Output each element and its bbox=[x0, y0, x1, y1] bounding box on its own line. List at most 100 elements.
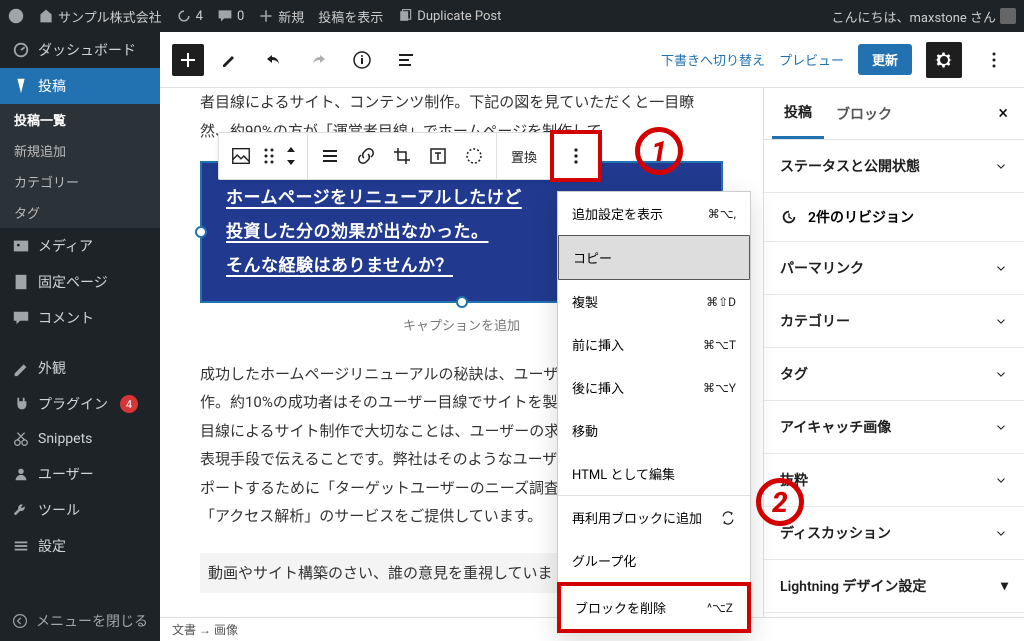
panel-permalink[interactable]: パーマリンク bbox=[764, 242, 1024, 294]
view-post[interactable]: 投稿を表示 bbox=[318, 7, 383, 26]
link-button[interactable] bbox=[348, 138, 384, 174]
comments-item[interactable]: 0 bbox=[217, 8, 244, 24]
replace-button[interactable]: 置換 bbox=[501, 147, 547, 166]
close-inspector-button[interactable]: × bbox=[990, 95, 1016, 132]
panel-lightning[interactable]: Lightning デザイン設定▾ bbox=[764, 560, 1024, 612]
menu-copy[interactable]: コピー bbox=[558, 235, 750, 280]
draft-switch-button[interactable]: 下書きへ切り替え bbox=[661, 50, 765, 69]
sidebar-item-tools[interactable]: ツール bbox=[0, 492, 160, 528]
greeting-label: こんにちは、maxstone さん bbox=[832, 7, 996, 26]
panel-discussion[interactable]: ディスカッション bbox=[764, 507, 1024, 559]
panel-label: ディスカッション bbox=[780, 523, 891, 543]
undo-button[interactable] bbox=[256, 42, 292, 78]
menu-move[interactable]: 移動 bbox=[558, 409, 750, 452]
updates-item[interactable]: 4 bbox=[176, 8, 203, 24]
plugins-badge: 4 bbox=[120, 395, 138, 413]
block-type-image-button[interactable] bbox=[223, 138, 259, 174]
duotone-button[interactable] bbox=[456, 138, 492, 174]
sidebar-item-snippets[interactable]: Snippets bbox=[0, 422, 160, 456]
tab-block[interactable]: ブロック bbox=[824, 90, 904, 138]
text-overlay-button[interactable] bbox=[420, 138, 456, 174]
reusable-icon bbox=[720, 510, 736, 526]
wp-logo[interactable] bbox=[8, 8, 24, 24]
sidebar-item-users[interactable]: ユーザー bbox=[0, 456, 160, 492]
outline-button[interactable] bbox=[388, 42, 424, 78]
menu-group[interactable]: グループ化 bbox=[558, 539, 750, 582]
block-more-button[interactable] bbox=[552, 132, 600, 180]
submenu-new-post[interactable]: 新規追加 bbox=[0, 135, 160, 166]
panel-label: アイキャッチ画像 bbox=[780, 417, 891, 437]
menu-label: 移動 bbox=[572, 421, 598, 440]
menu-edit-html[interactable]: HTML として編集 bbox=[558, 452, 750, 495]
sidebar-item-label: 投稿 bbox=[38, 76, 66, 96]
sidebar-item-media[interactable]: メディア bbox=[0, 228, 160, 264]
resize-handle-left[interactable] bbox=[195, 226, 207, 238]
drag-handle[interactable] bbox=[259, 138, 279, 174]
menu-label: 後に挿入 bbox=[572, 378, 624, 397]
shortcut: ⌘⌥Y bbox=[703, 381, 736, 395]
redo-button[interactable] bbox=[300, 42, 336, 78]
posts-submenu: 投稿一覧 新規追加 カテゴリー タグ bbox=[0, 104, 160, 228]
sidebar-item-dashboard[interactable]: ダッシュボード bbox=[0, 32, 160, 68]
collapse-label: メニューを閉じる bbox=[36, 611, 148, 631]
crop-button[interactable] bbox=[384, 138, 420, 174]
sidebar-item-settings[interactable]: 設定 bbox=[0, 528, 160, 564]
more-menu-button[interactable] bbox=[976, 42, 1012, 78]
sidebar-item-label: 固定ページ bbox=[38, 272, 108, 292]
resize-handle-bottom[interactable] bbox=[456, 296, 468, 308]
sidebar-item-appearance[interactable]: 外観 bbox=[0, 350, 160, 386]
site-name[interactable]: サンプル株式会社 bbox=[38, 7, 162, 26]
menu-show-settings[interactable]: 追加設定を表示⌘⌥, bbox=[558, 192, 750, 235]
panel-featured[interactable]: アイキャッチ画像 bbox=[764, 401, 1024, 453]
update-button[interactable]: 更新 bbox=[858, 44, 912, 75]
new-item[interactable]: 新規 bbox=[258, 7, 304, 26]
panel-category[interactable]: カテゴリー bbox=[764, 295, 1024, 347]
sidebar-item-posts[interactable]: 投稿 bbox=[0, 68, 160, 104]
menu-insert-after[interactable]: 後に挿入 ⌘⌥Y bbox=[558, 366, 750, 409]
duplicate-label: Duplicate Post bbox=[417, 9, 501, 24]
panel-status[interactable]: ステータスと公開状態 bbox=[764, 140, 1024, 192]
submenu-tag[interactable]: タグ bbox=[0, 197, 160, 228]
menu-add-reusable[interactable]: 再利用ブロックに追加 bbox=[558, 496, 750, 539]
menu-label: ブロックを削除 bbox=[575, 598, 666, 617]
admin-bar-left: サンプル株式会社 4 0 新規 投稿を表示 Duplicate Post bbox=[8, 0, 501, 32]
preview-button[interactable]: プレビュー bbox=[779, 50, 844, 69]
shortcut: ^⌥Z bbox=[707, 601, 733, 615]
revisions-link[interactable]: 2件のリビジョン bbox=[764, 193, 1024, 242]
updates-count: 4 bbox=[196, 9, 203, 24]
block-options-menu: 追加設定を表示⌘⌥, コピー 複製⌘⇧D 前に挿入⌘⌥T 後に挿入⌘⌥Y 移動 … bbox=[557, 191, 751, 633]
sidebar-item-comments[interactable]: コメント bbox=[0, 300, 160, 336]
submenu-all-posts[interactable]: 投稿一覧 bbox=[0, 104, 160, 135]
annotation-1: 1 bbox=[635, 127, 683, 175]
duplicate-post[interactable]: Duplicate Post bbox=[397, 8, 501, 24]
menu-insert-before[interactable]: 前に挿入⌘⌥T bbox=[558, 323, 750, 366]
tab-post[interactable]: 投稿 bbox=[772, 88, 824, 139]
align-button[interactable] bbox=[312, 138, 348, 174]
sidebar-item-label: ツール bbox=[38, 500, 80, 520]
annotation-2: 2 bbox=[756, 478, 804, 526]
inspector-tabs: 投稿 ブロック × bbox=[764, 88, 1024, 140]
sidebar-item-plugins[interactable]: プラグイン4 bbox=[0, 386, 160, 422]
submenu-category[interactable]: カテゴリー bbox=[0, 166, 160, 197]
collapse-menu[interactable]: メニューを閉じる bbox=[0, 601, 160, 641]
greeting[interactable]: こんにちは、maxstone さん bbox=[832, 7, 1016, 26]
chevron-down-icon bbox=[994, 261, 1008, 275]
panel-tags[interactable]: タグ bbox=[764, 348, 1024, 400]
panel-label: Lightning デザイン設定 bbox=[780, 576, 926, 596]
edit-mode-button[interactable] bbox=[212, 42, 248, 78]
chevron-down-icon bbox=[994, 473, 1008, 487]
sidebar-item-pages[interactable]: 固定ページ bbox=[0, 264, 160, 300]
chevron-down-icon bbox=[994, 420, 1008, 434]
admin-bar: サンプル株式会社 4 0 新規 投稿を表示 Duplicate Post こんに… bbox=[0, 0, 1024, 32]
sidebar-item-label: ダッシュボード bbox=[38, 40, 136, 60]
menu-remove-block[interactable]: ブロックを削除 ^⌥Z bbox=[557, 582, 751, 633]
admin-bar-right: こんにちは、maxstone さん bbox=[832, 0, 1016, 32]
info-button[interactable] bbox=[344, 42, 380, 78]
menu-label: HTML として編集 bbox=[572, 464, 675, 483]
panel-label: パーマリンク bbox=[780, 258, 864, 278]
settings-toggle-button[interactable] bbox=[926, 42, 962, 78]
menu-duplicate[interactable]: 複製⌘⇧D bbox=[558, 280, 750, 323]
move-arrows[interactable] bbox=[279, 138, 303, 174]
menu-label: 再利用ブロックに追加 bbox=[572, 508, 702, 527]
add-block-button[interactable] bbox=[172, 44, 204, 76]
